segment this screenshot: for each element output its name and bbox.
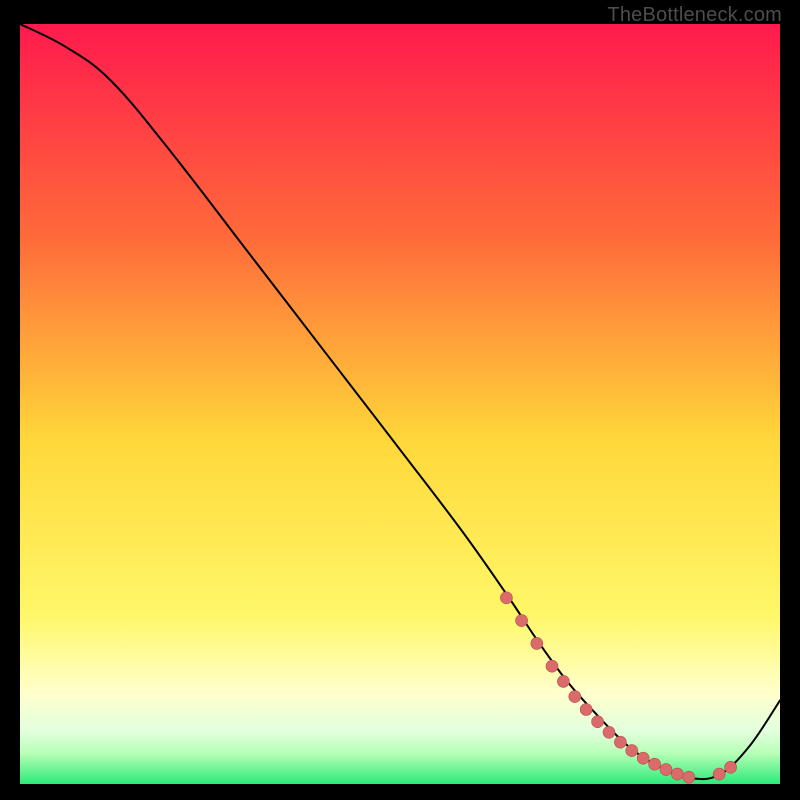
marker-dot	[713, 768, 725, 780]
marker-dot	[683, 771, 695, 783]
marker-dot	[557, 675, 569, 687]
marker-dot	[603, 726, 615, 738]
marker-dot	[592, 716, 604, 728]
marker-dot	[580, 704, 592, 716]
gradient-background	[20, 24, 780, 784]
marker-dot	[626, 745, 638, 757]
marker-dot	[546, 660, 558, 672]
marker-dot	[637, 752, 649, 764]
marker-dot	[660, 764, 672, 776]
chart-svg	[20, 24, 780, 784]
marker-dot	[516, 615, 528, 627]
marker-dot	[569, 691, 581, 703]
marker-dot	[671, 768, 683, 780]
marker-dot	[649, 758, 661, 770]
marker-dot	[531, 637, 543, 649]
marker-dot	[500, 592, 512, 604]
marker-dot	[725, 761, 737, 773]
marker-dot	[614, 736, 626, 748]
watermark-text: TheBottleneck.com	[607, 4, 782, 27]
plot-area	[20, 24, 780, 784]
chart-stage: TheBottleneck.com	[0, 0, 800, 800]
